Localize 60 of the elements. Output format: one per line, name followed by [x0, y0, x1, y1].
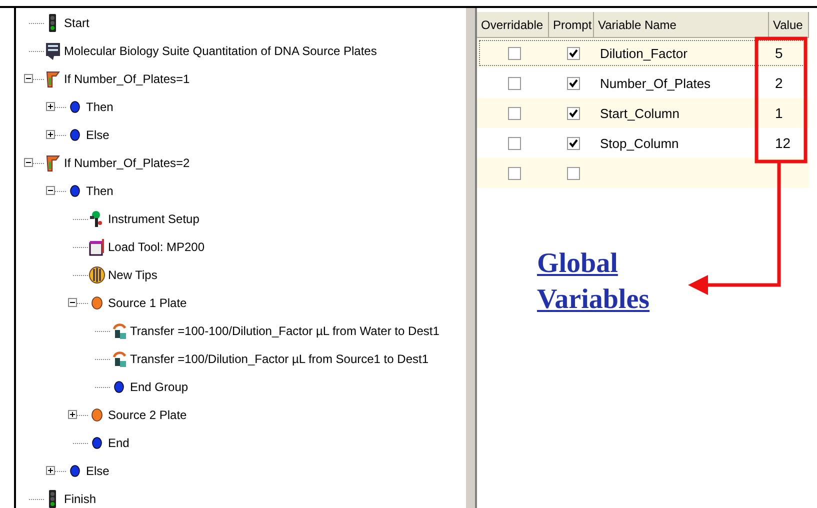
annotation-label: Global Variables	[537, 247, 651, 317]
tree-item[interactable]: Load Tool: MP200	[108, 240, 205, 254]
table-cell-text: Start_Column	[599, 104, 680, 123]
table-cell-text: 2	[774, 75, 783, 91]
checkbox[interactable]	[566, 136, 580, 150]
checkbox[interactable]	[566, 166, 580, 180]
table-cell-text: Number_Of_Plates	[599, 74, 712, 93]
collapse-toggle[interactable]	[46, 186, 55, 195]
column-header[interactable]: Prompt	[549, 12, 594, 38]
table-cell-text: 12	[774, 135, 791, 151]
collapse-toggle[interactable]	[68, 298, 77, 307]
collapse-toggle[interactable]	[24, 74, 33, 83]
tree-item[interactable]: End Group	[130, 380, 188, 394]
tree-item[interactable]: If Number_Of_Plates=2	[64, 156, 190, 170]
tips-icon	[88, 266, 106, 284]
tree-item[interactable]: Else	[86, 128, 110, 142]
table-cell-text: Stop_Column	[599, 134, 680, 153]
table-row[interactable]: Start_Column 1	[477, 98, 809, 128]
splitter[interactable]	[465, 8, 477, 508]
checkbox[interactable]	[508, 76, 521, 90]
tree-item[interactable]: Start	[64, 16, 90, 30]
expand-toggle[interactable]	[46, 102, 55, 111]
tree-item[interactable]: Finish	[64, 492, 96, 506]
tree-item[interactable]: Then	[86, 184, 114, 198]
column-header[interactable]: Overridable	[477, 12, 549, 38]
checkbox[interactable]	[508, 136, 521, 150]
tool-icon	[88, 238, 106, 256]
pipette-icon	[110, 322, 128, 340]
column-header[interactable]: Value	[769, 12, 809, 38]
tree-item[interactable]: Source 1 Plate	[108, 296, 187, 310]
checkbox[interactable]	[508, 106, 521, 120]
table-row[interactable]	[477, 158, 809, 188]
checkbox[interactable]	[508, 166, 521, 180]
tree-item[interactable]: If Number_Of_Plates=1	[64, 72, 190, 86]
tree-item[interactable]: Transfer =100-100/Dilution_Factor µL from Water to Dest1	[130, 324, 440, 338]
document-icon	[44, 42, 62, 60]
table-cell-text: 1	[774, 105, 783, 121]
branch-icon	[44, 70, 62, 88]
tree-item[interactable]: Then	[86, 100, 114, 114]
tree-item[interactable]: End	[108, 436, 130, 450]
pipette-icon	[110, 350, 128, 368]
tree-item[interactable]: Transfer =100/Dilution_Factor µL from Source1 to Dest1	[130, 352, 428, 366]
tree-item[interactable]: Molecular Biology Suite Quantitation of DNA Source Plates	[64, 44, 377, 58]
checkbox[interactable]	[508, 46, 521, 60]
tree-item[interactable]: New Tips	[108, 268, 158, 282]
checkbox[interactable]	[566, 106, 580, 120]
table-cell-text: 5	[774, 45, 783, 61]
table-row[interactable]: Dilution_Factor 5	[477, 38, 809, 68]
collapse-toggle[interactable]	[24, 158, 33, 167]
tree-item[interactable]: Else	[86, 464, 110, 478]
tree-item[interactable]: Source 2 Plate	[108, 408, 187, 422]
checkbox[interactable]	[566, 46, 580, 60]
expand-toggle[interactable]	[46, 130, 55, 139]
branch-icon	[44, 154, 62, 172]
expand-toggle[interactable]	[46, 466, 55, 475]
tree-item[interactable]: Instrument Setup	[108, 212, 200, 226]
column-header[interactable]: Variable Name	[594, 12, 769, 38]
table-cell-text: Dilution_Factor	[599, 44, 688, 63]
expand-toggle[interactable]	[68, 410, 77, 419]
checkbox[interactable]	[566, 76, 580, 90]
